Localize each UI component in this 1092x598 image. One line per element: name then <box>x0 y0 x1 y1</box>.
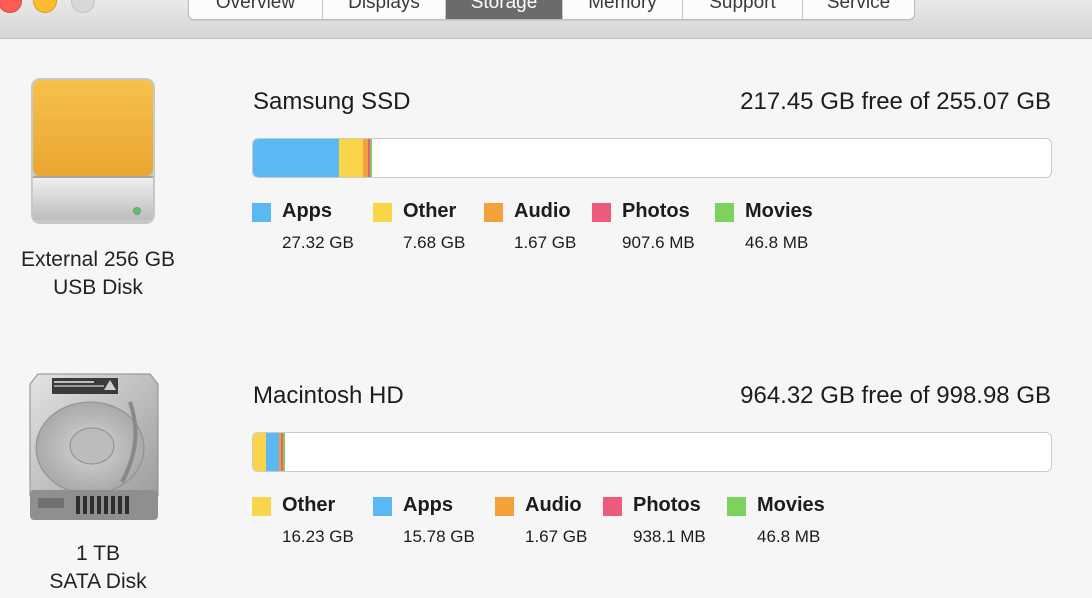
legend-label: Other <box>282 494 336 516</box>
apps-swatch <box>252 203 271 222</box>
legend-size: 938.1 MB <box>633 527 706 546</box>
tab-overview[interactable]: Overview <box>189 0 323 19</box>
minimize-window-button[interactable] <box>33 0 57 13</box>
legend-size: 1.67 GB <box>525 527 588 546</box>
legend-size: 16.23 GB <box>282 527 354 546</box>
photos-swatch <box>603 497 622 516</box>
disk-caption: External 256 GB USB Disk <box>0 246 196 302</box>
apps-swatch <box>373 497 392 516</box>
internal-hard-drive-icon <box>22 372 174 527</box>
legend-size: 46.8 MB <box>745 233 809 252</box>
usage-segment-other <box>253 433 266 471</box>
tab-storage[interactable]: Storage <box>446 0 563 19</box>
usage-segment-apps <box>253 139 339 177</box>
legend-label: Apps <box>403 494 453 516</box>
photos-swatch <box>592 203 611 222</box>
disk-free-space: 217.45 GB free of 255.07 GB <box>740 88 1051 115</box>
legend-size: 1.67 GB <box>514 233 577 252</box>
title-bar: Overview Displays Storage Memory Support… <box>0 0 1092 39</box>
storage-window: Overview Displays Storage Memory Support… <box>0 0 1092 598</box>
legend-label: Photos <box>622 200 690 222</box>
legend-size: 15.78 GB <box>403 527 475 546</box>
legend-label: Audio <box>525 494 582 516</box>
legend-label: Audio <box>514 200 571 222</box>
legend-label: Other <box>403 200 457 222</box>
movies-swatch <box>727 497 746 516</box>
disk-caption-type: SATA Disk <box>49 570 147 593</box>
legend-label: Movies <box>757 494 825 516</box>
legend-label: Movies <box>745 200 813 222</box>
disk-name: Macintosh HD <box>253 382 404 409</box>
legend-size: 907.6 MB <box>622 233 695 252</box>
usage-segment-other <box>338 139 363 177</box>
external-drive-icon <box>22 74 174 229</box>
disk-free-space: 964.32 GB free of 998.98 GB <box>740 382 1051 409</box>
disk-caption-capacity: External 256 GB <box>20 248 176 271</box>
disk-caption: 1 TB SATA Disk <box>0 540 196 596</box>
audio-swatch <box>484 203 503 222</box>
usage-segment-movies <box>282 433 285 471</box>
legend-size: 46.8 MB <box>757 527 821 546</box>
legend-label: Apps <box>282 200 332 222</box>
legend-label: Photos <box>633 494 701 516</box>
tab-bar: Overview Displays Storage Memory Support… <box>188 0 915 20</box>
tab-memory[interactable]: Memory <box>563 0 683 19</box>
storage-usage-bar <box>252 138 1052 178</box>
disk-caption-type: USB Disk <box>53 276 143 299</box>
legend-size: 27.32 GB <box>282 233 354 252</box>
tab-service[interactable]: Service <box>803 0 914 19</box>
storage-usage-bar <box>252 432 1052 472</box>
tab-displays[interactable]: Displays <box>323 0 446 19</box>
zoom-window-button[interactable] <box>71 0 95 13</box>
legend-size: 7.68 GB <box>403 233 466 252</box>
audio-swatch <box>495 497 514 516</box>
usage-segment-apps <box>266 433 279 471</box>
movies-swatch <box>715 203 734 222</box>
tab-support[interactable]: Support <box>683 0 803 19</box>
usage-segment-movies <box>370 139 373 177</box>
disk-caption-capacity: 1 TB <box>76 542 120 565</box>
other-swatch <box>252 497 271 516</box>
close-window-button[interactable] <box>0 0 22 13</box>
other-swatch <box>373 203 392 222</box>
disk-name: Samsung SSD <box>253 88 411 115</box>
